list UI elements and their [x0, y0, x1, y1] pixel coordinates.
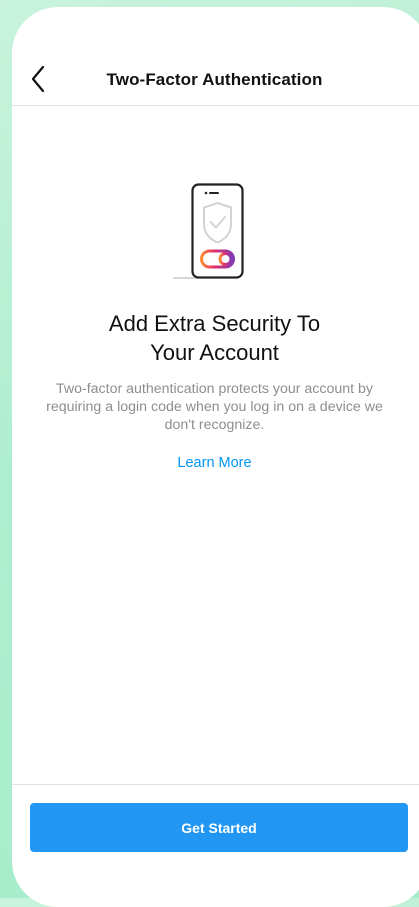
page-title: Two-Factor Authentication — [106, 70, 323, 89]
screen: Two-Factor Authentication Add Extra Secu… — [12, 7, 419, 907]
headline: Add Extra Security To Your Account — [108, 311, 321, 365]
footer-divider — [12, 784, 419, 785]
description-text: Two-factor authentication protects your … — [46, 381, 383, 433]
security-illustration — [172, 182, 248, 282]
get-started-button[interactable]: Get Started — [30, 803, 408, 852]
learn-more-link[interactable]: Learn More — [12, 455, 417, 471]
phone-shield-toggle-icon — [173, 183, 244, 279]
top-bar: Two-Factor Authentication — [12, 7, 419, 106]
